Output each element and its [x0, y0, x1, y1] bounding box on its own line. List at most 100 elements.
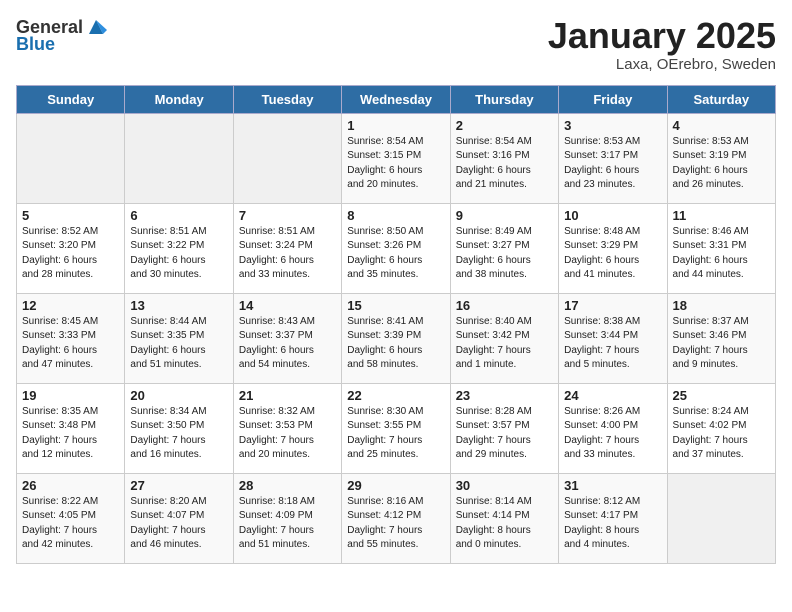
dow-header-thursday: Thursday: [450, 85, 558, 113]
day-cell: 6 Sunrise: 8:51 AM Sunset: 3:22 PM Daylig…: [125, 203, 233, 293]
day-cell: 5Sunrise: 8:52 AM Sunset: 3:20 PM Daylig…: [17, 203, 125, 293]
day-info: Sunrise: 8:44 AM Sunset: 3:35 PM Dayligh…: [130, 315, 227, 373]
day-info: Sunrise: 8:28 AM Sunset: 3:57 PM Dayligh…: [456, 405, 553, 463]
day-cell: 12 Sunrise: 8:45 AM Sunset: 3:33 PM Dayli…: [17, 293, 125, 383]
day-info: Sunrise: 8:12 AM Sunset: 4:17 PM Dayligh…: [564, 495, 661, 553]
dow-header-tuesday: Tuesday: [233, 85, 341, 113]
day-number: 22: [347, 388, 444, 403]
title-block: January 2025 Laxa, OErebro, Sweden: [548, 16, 776, 73]
day-info: Sunrise: 8:54 AM Sunset: 3:15 PM Dayligh…: [347, 135, 444, 193]
day-number: 14: [239, 298, 336, 313]
day-number: 3: [564, 118, 661, 133]
day-info: Sunrise: 8:50 AM Sunset: 3:26 PM Dayligh…: [347, 225, 444, 283]
day-cell: 22Sunrise: 8:30 AM Sunset: 3:55 PM Dayli…: [342, 383, 450, 473]
day-info: Sunrise: 8:45 AM Sunset: 3:33 PM Dayligh…: [22, 315, 119, 373]
calendar-title: January 2025: [548, 16, 776, 56]
dow-header-sunday: Sunday: [17, 85, 125, 113]
day-info: Sunrise: 8:53 AM Sunset: 3:17 PM Dayligh…: [564, 135, 661, 193]
day-info: Sunrise: 8:51 AM Sunset: 3:24 PM Dayligh…: [239, 225, 336, 283]
week-row-4: 26Sunrise: 8:22 AM Sunset: 4:05 PM Dayli…: [17, 473, 776, 563]
day-cell: 27 Sunrise: 8:20 AM Sunset: 4:07 PM Dayli…: [125, 473, 233, 563]
day-cell: 1 Sunrise: 8:54 AM Sunset: 3:15 PM Daylig…: [342, 113, 450, 203]
day-info: Sunrise: 8:16 AM Sunset: 4:12 PM Dayligh…: [347, 495, 444, 553]
logo-blue: Blue: [16, 34, 55, 55]
week-row-2: 12 Sunrise: 8:45 AM Sunset: 3:33 PM Dayli…: [17, 293, 776, 383]
day-info: Sunrise: 8:26 AM Sunset: 4:00 PM Dayligh…: [564, 405, 661, 463]
day-info: Sunrise: 8:52 AM Sunset: 3:20 PM Dayligh…: [22, 225, 119, 283]
day-number: 13: [130, 298, 227, 313]
day-number: 8: [347, 208, 444, 223]
calendar-table: SundayMondayTuesdayWednesdayThursdayFrid…: [16, 85, 776, 564]
day-cell: 4 Sunrise: 8:53 AM Sunset: 3:19 PM Daylig…: [667, 113, 775, 203]
day-number: 11: [673, 208, 770, 223]
day-number: 15: [347, 298, 444, 313]
day-cell: 14 Sunrise: 8:43 AM Sunset: 3:37 PM Dayli…: [233, 293, 341, 383]
day-cell: 9 Sunrise: 8:49 AM Sunset: 3:27 PM Daylig…: [450, 203, 558, 293]
day-number: 7: [239, 208, 336, 223]
day-number: 28: [239, 478, 336, 493]
day-cell: 18Sunrise: 8:37 AM Sunset: 3:46 PM Dayli…: [667, 293, 775, 383]
day-cell: 29Sunrise: 8:16 AM Sunset: 4:12 PM Dayli…: [342, 473, 450, 563]
day-info: Sunrise: 8:20 AM Sunset: 4:07 PM Dayligh…: [130, 495, 227, 553]
day-cell: 10 Sunrise: 8:48 AM Sunset: 3:29 PM Dayli…: [559, 203, 667, 293]
day-info: Sunrise: 8:46 AM Sunset: 3:31 PM Dayligh…: [673, 225, 770, 283]
day-info: Sunrise: 8:48 AM Sunset: 3:29 PM Dayligh…: [564, 225, 661, 283]
day-number: 12: [22, 298, 119, 313]
day-cell: 16 Sunrise: 8:40 AM Sunset: 3:42 PM Dayli…: [450, 293, 558, 383]
dow-header-wednesday: Wednesday: [342, 85, 450, 113]
day-info: Sunrise: 8:53 AM Sunset: 3:19 PM Dayligh…: [673, 135, 770, 193]
dow-header-friday: Friday: [559, 85, 667, 113]
page-header: General Blue January 2025 Laxa, OErebro,…: [16, 16, 776, 73]
day-number: 16: [456, 298, 553, 313]
day-cell: 23 Sunrise: 8:28 AM Sunset: 3:57 PM Dayli…: [450, 383, 558, 473]
day-number: 1: [347, 118, 444, 133]
day-info: Sunrise: 8:40 AM Sunset: 3:42 PM Dayligh…: [456, 315, 553, 373]
day-info: Sunrise: 8:35 AM Sunset: 3:48 PM Dayligh…: [22, 405, 119, 463]
week-row-3: 19 Sunrise: 8:35 AM Sunset: 3:48 PM Dayli…: [17, 383, 776, 473]
day-number: 31: [564, 478, 661, 493]
day-cell: 11 Sunrise: 8:46 AM Sunset: 3:31 PM Dayli…: [667, 203, 775, 293]
day-number: 30: [456, 478, 553, 493]
day-cell: 17Sunrise: 8:38 AM Sunset: 3:44 PM Dayli…: [559, 293, 667, 383]
day-cell: 25 Sunrise: 8:24 AM Sunset: 4:02 PM Dayli…: [667, 383, 775, 473]
day-info: Sunrise: 8:18 AM Sunset: 4:09 PM Dayligh…: [239, 495, 336, 553]
logo-icon: [85, 16, 107, 38]
day-number: 18: [673, 298, 770, 313]
dow-header-saturday: Saturday: [667, 85, 775, 113]
day-cell: 8 Sunrise: 8:50 AM Sunset: 3:26 PM Daylig…: [342, 203, 450, 293]
day-info: Sunrise: 8:24 AM Sunset: 4:02 PM Dayligh…: [673, 405, 770, 463]
day-number: 19: [22, 388, 119, 403]
day-info: Sunrise: 8:34 AM Sunset: 3:50 PM Dayligh…: [130, 405, 227, 463]
day-number: 2: [456, 118, 553, 133]
day-cell: 24 Sunrise: 8:26 AM Sunset: 4:00 PM Dayli…: [559, 383, 667, 473]
day-cell: 19 Sunrise: 8:35 AM Sunset: 3:48 PM Dayli…: [17, 383, 125, 473]
day-number: 4: [673, 118, 770, 133]
day-info: Sunrise: 8:41 AM Sunset: 3:39 PM Dayligh…: [347, 315, 444, 373]
days-header-row: SundayMondayTuesdayWednesdayThursdayFrid…: [17, 85, 776, 113]
day-number: 10: [564, 208, 661, 223]
day-cell: 15 Sunrise: 8:41 AM Sunset: 3:39 PM Dayli…: [342, 293, 450, 383]
day-info: Sunrise: 8:43 AM Sunset: 3:37 PM Dayligh…: [239, 315, 336, 373]
day-number: 23: [456, 388, 553, 403]
day-info: Sunrise: 8:22 AM Sunset: 4:05 PM Dayligh…: [22, 495, 119, 553]
day-cell: [667, 473, 775, 563]
day-number: 27: [130, 478, 227, 493]
day-cell: 21 Sunrise: 8:32 AM Sunset: 3:53 PM Dayli…: [233, 383, 341, 473]
day-number: 6: [130, 208, 227, 223]
day-cell: 20 Sunrise: 8:34 AM Sunset: 3:50 PM Dayli…: [125, 383, 233, 473]
day-cell: [233, 113, 341, 203]
day-number: 25: [673, 388, 770, 403]
day-info: Sunrise: 8:32 AM Sunset: 3:53 PM Dayligh…: [239, 405, 336, 463]
day-number: 21: [239, 388, 336, 403]
day-info: Sunrise: 8:51 AM Sunset: 3:22 PM Dayligh…: [130, 225, 227, 283]
day-number: 24: [564, 388, 661, 403]
day-number: 9: [456, 208, 553, 223]
day-cell: [125, 113, 233, 203]
day-info: Sunrise: 8:54 AM Sunset: 3:16 PM Dayligh…: [456, 135, 553, 193]
day-number: 20: [130, 388, 227, 403]
day-info: Sunrise: 8:49 AM Sunset: 3:27 PM Dayligh…: [456, 225, 553, 283]
day-cell: 3 Sunrise: 8:53 AM Sunset: 3:17 PM Daylig…: [559, 113, 667, 203]
day-cell: 30Sunrise: 8:14 AM Sunset: 4:14 PM Dayli…: [450, 473, 558, 563]
week-row-1: 5Sunrise: 8:52 AM Sunset: 3:20 PM Daylig…: [17, 203, 776, 293]
dow-header-monday: Monday: [125, 85, 233, 113]
